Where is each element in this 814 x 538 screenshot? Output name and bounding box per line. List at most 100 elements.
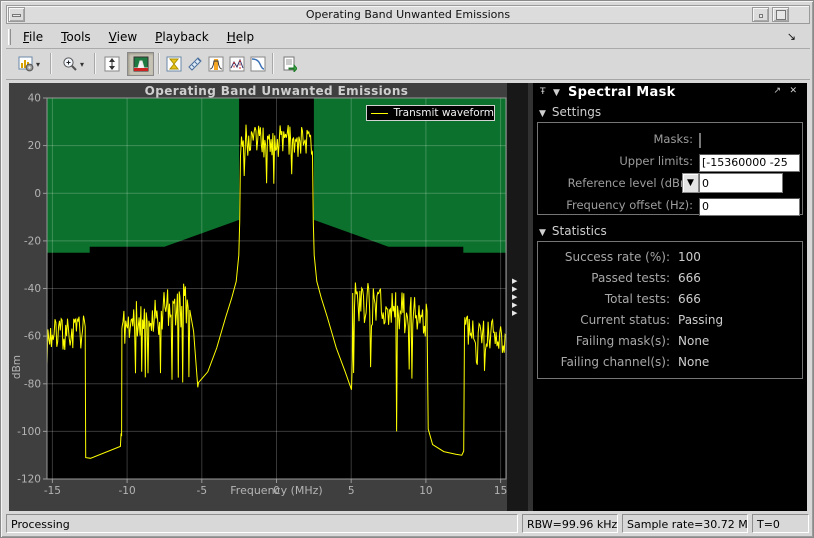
ruler-icon [187,56,203,72]
menubar-grip[interactable] [8,29,11,45]
close-panel-icon[interactable]: ✕ [789,86,797,96]
time-readout: T=0 [752,514,809,533]
toolbar-separator [50,53,52,74]
menu-tools[interactable]: Tools [52,26,100,47]
svg-text:40: 40 [28,93,41,105]
splitter-expander-arrows[interactable]: ▶▶▶▶▶ [512,277,517,317]
passed-tests-row: Passed tests: 666 [538,268,802,289]
maximize-button[interactable] [772,7,789,22]
spectrum-plot[interactable]: 40200-20-40-60-80-100-120-15-10-5051015 [9,83,507,511]
svg-text:-100: -100 [17,426,41,438]
spectral-mask-button[interactable] [127,52,154,76]
upper-limits-input[interactable] [699,154,800,172]
measure-ruler-button[interactable] [184,52,205,76]
channel-measurements-button[interactable] [205,52,226,76]
current-status-value: Passing [678,313,723,327]
dropdown-arrow-icon: ▾ [36,60,40,69]
collapse-panel-icon[interactable]: ▼ [553,88,560,98]
settings-header-label: Settings [552,105,601,119]
panel-splitter[interactable]: ▶▶▶▶▶ [507,83,533,511]
legend-label: Transmit waveform [393,107,494,119]
masks-row: Masks: Upper ▼ [538,128,802,150]
sample-rate-readout: Sample rate=30.72 MHz [622,514,748,533]
settings-section-header[interactable]: ▼ Settings [539,105,601,119]
success-rate-row: Success rate (%): 100 [538,247,802,268]
y-axis-label: dBm [11,347,23,387]
collapse-statistics-icon: ▼ [539,228,546,238]
pin-icon[interactable]: Ŧ [540,87,546,97]
peak-finder-button[interactable] [226,52,247,76]
peak-finder-icon [229,56,245,72]
spectrum-settings-button[interactable]: ▾ [12,52,46,76]
total-tests-row: Total tests: 666 [538,289,802,310]
maximize-icon [776,10,786,20]
frequency-offset-label: Frequency offset (Hz): [538,198,693,212]
svg-text:-80: -80 [24,378,41,390]
toolbar-separator [94,53,96,74]
svg-text:0: 0 [34,188,41,200]
success-rate-label: Success rate (%): [538,250,670,264]
spectrum-analyzer-window: Operating Band Unwanted Emissions FileTo… [0,0,814,538]
success-rate-value: 100 [678,250,701,264]
upper-limits-label: Upper limits: [538,154,693,168]
passed-tests-value: 666 [678,271,701,285]
current-status-label: Current status: [538,313,670,327]
masks-label: Masks: [538,132,693,146]
window-title: Operating Band Unwanted Emissions [7,8,809,21]
zoom-in-icon [62,56,78,72]
statusbar: Processing RBW=99.96 kHz Sample rate=30.… [6,513,810,535]
dock-back-icon[interactable]: ↘ [787,30,796,43]
menu-playback[interactable]: Playback [146,26,218,47]
minimize-button[interactable] [752,7,769,22]
frequency-offset-input[interactable] [699,198,800,216]
panel-header: Ŧ ▼ Spectral Mask ↗ ✕ [533,83,807,102]
reference-level-dropdown-button[interactable]: ▼ [682,173,699,193]
generate-script-icon [281,56,297,72]
content-area: Operating Band Unwanted Emissions 40200-… [9,83,807,511]
undock-panel-icon[interactable]: ↗ [773,86,781,96]
reference-level-label: Reference level (dBr): [538,176,693,190]
rbw-readout: RBW=99.96 kHz [522,514,618,533]
svg-text:-20: -20 [24,235,41,247]
svg-text:-120: -120 [17,474,41,486]
distortion-measurements-button[interactable] [163,52,184,76]
scale-y-axis-icon [104,56,120,72]
passed-tests-label: Passed tests: [538,271,670,285]
statistics-header-label: Statistics [552,224,607,238]
scale-y-axis-button[interactable] [100,52,124,76]
menu-help[interactable]: Help [218,26,263,47]
collapse-settings-icon: ▼ [539,109,546,119]
x-axis-label: Frequency (MHz) [47,484,506,497]
titlebar[interactable]: Operating Band Unwanted Emissions [6,5,810,24]
masks-value: Upper [703,136,736,149]
ccdf-icon [250,56,266,72]
svg-text:-40: -40 [24,283,41,295]
legend[interactable]: Transmit waveform [366,105,495,121]
zoom-button[interactable]: ▾ [56,52,90,76]
failing-masks-value: None [678,334,709,348]
chevron-down-icon: ▼ [691,137,698,147]
menu-file[interactable]: File [14,26,52,47]
menu-view[interactable]: View [100,26,146,47]
status-message: Processing [6,514,518,533]
toolbar: ▾ ▾ [6,49,810,80]
minimize-icon [759,14,763,18]
statistics-section-header[interactable]: ▼ Statistics [539,224,607,238]
toolbar-separator [158,53,160,74]
frequency-offset-row: Frequency offset (Hz): [538,194,802,216]
failing-channels-label: Failing channel(s): [538,355,670,369]
legend-line-sample [371,113,388,114]
toolbar-separator [272,53,274,74]
generate-script-button[interactable] [278,52,300,76]
spectral-mask-panel: Ŧ ▼ Spectral Mask ↗ ✕ ▼ Settings Masks: U… [533,83,807,511]
current-status-row: Current status: Passing [538,310,802,331]
failing-channels-row: Failing channel(s): None [538,352,802,373]
masks-dropdown[interactable]: Upper ▼ [699,133,701,148]
failing-masks-label: Failing mask(s): [538,334,670,348]
distortion-icon [166,56,182,72]
dropdown-arrow-icon: ▾ [80,60,84,69]
spectral-mask-icon [133,56,149,72]
ccdf-measurements-button[interactable] [247,52,268,76]
reference-level-row: Reference level (dBr): ▼ [538,172,802,194]
reference-level-input[interactable] [699,173,783,193]
